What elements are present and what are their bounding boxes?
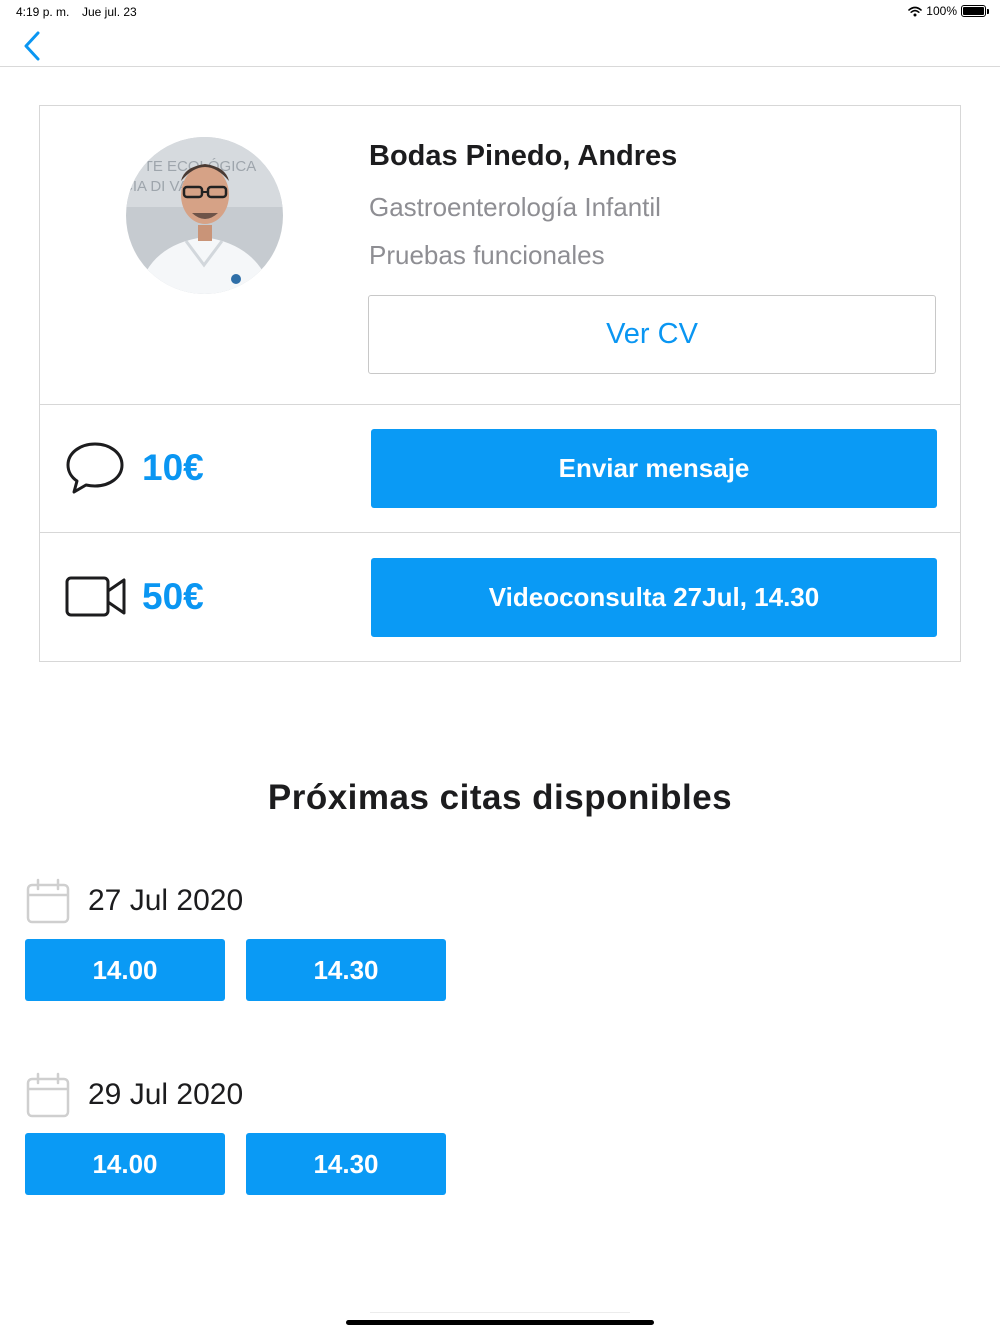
video-price: 50€ (142, 576, 204, 617)
videoconsult-button[interactable]: Videoconsulta 27Jul, 14.30 (371, 558, 937, 637)
status-time: 4:19 p. m. (16, 5, 70, 19)
video-camera-icon (65, 576, 126, 617)
send-message-button[interactable]: Enviar mensaje (371, 429, 937, 508)
appointment-day: 29 Jul 2020 14.00 14.30 (0, 1070, 1000, 1200)
view-cv-button[interactable]: Ver CV (368, 295, 936, 374)
message-service-row: 10€ Enviar mensaje (40, 405, 960, 533)
appointment-date-label: 27 Jul 2020 (88, 884, 244, 917)
appointment-day: 27 Jul 2020 14.00 14.30 (0, 876, 1000, 1006)
home-indicator[interactable] (346, 1320, 654, 1325)
status-date: Jue jul. 23 (82, 5, 137, 19)
calendar-icon (26, 878, 70, 924)
time-slot-button[interactable]: 14.00 (25, 1133, 225, 1195)
doctor-card: EL TE ECOLÓGICA CIA DI VA Bodas Pinedo, … (39, 105, 961, 662)
battery-icon (961, 5, 989, 17)
wifi-icon (908, 6, 923, 16)
battery-percent: 100% (926, 4, 957, 18)
status-bar: 4:19 p. m. Jue jul. 23 100% (0, 0, 1000, 24)
message-price: 10€ (142, 447, 204, 488)
appointments-title: Próximas citas disponibles (267, 778, 733, 817)
chevron-left-icon (24, 31, 40, 61)
doctor-name: Bodas Pinedo, Andres (369, 140, 678, 172)
nav-bar (0, 24, 1000, 67)
time-slot-button[interactable]: 14.00 (25, 939, 225, 1001)
status-indicators: 100% (908, 4, 989, 18)
doctor-specialty: Gastroenterología Infantil (369, 192, 661, 222)
back-button[interactable] (18, 28, 48, 64)
time-slot-button[interactable]: 14.30 (246, 1133, 446, 1195)
doctor-profile: EL TE ECOLÓGICA CIA DI VA Bodas Pinedo, … (40, 106, 960, 405)
time-slot-button[interactable]: 14.30 (246, 939, 446, 1001)
calendar-icon (26, 1072, 70, 1118)
doctor-subspecialty: Pruebas funcionales (369, 240, 605, 270)
svg-text:CIA DI VA: CIA DI VA (126, 178, 188, 195)
appointment-date-label: 29 Jul 2020 (88, 1078, 244, 1111)
bottom-divider (370, 1312, 630, 1313)
chat-bubble-icon (66, 442, 124, 494)
doctor-avatar: EL TE ECOLÓGICA CIA DI VA (126, 137, 283, 294)
video-service-row: 50€ Videoconsulta 27Jul, 14.30 (40, 534, 960, 662)
